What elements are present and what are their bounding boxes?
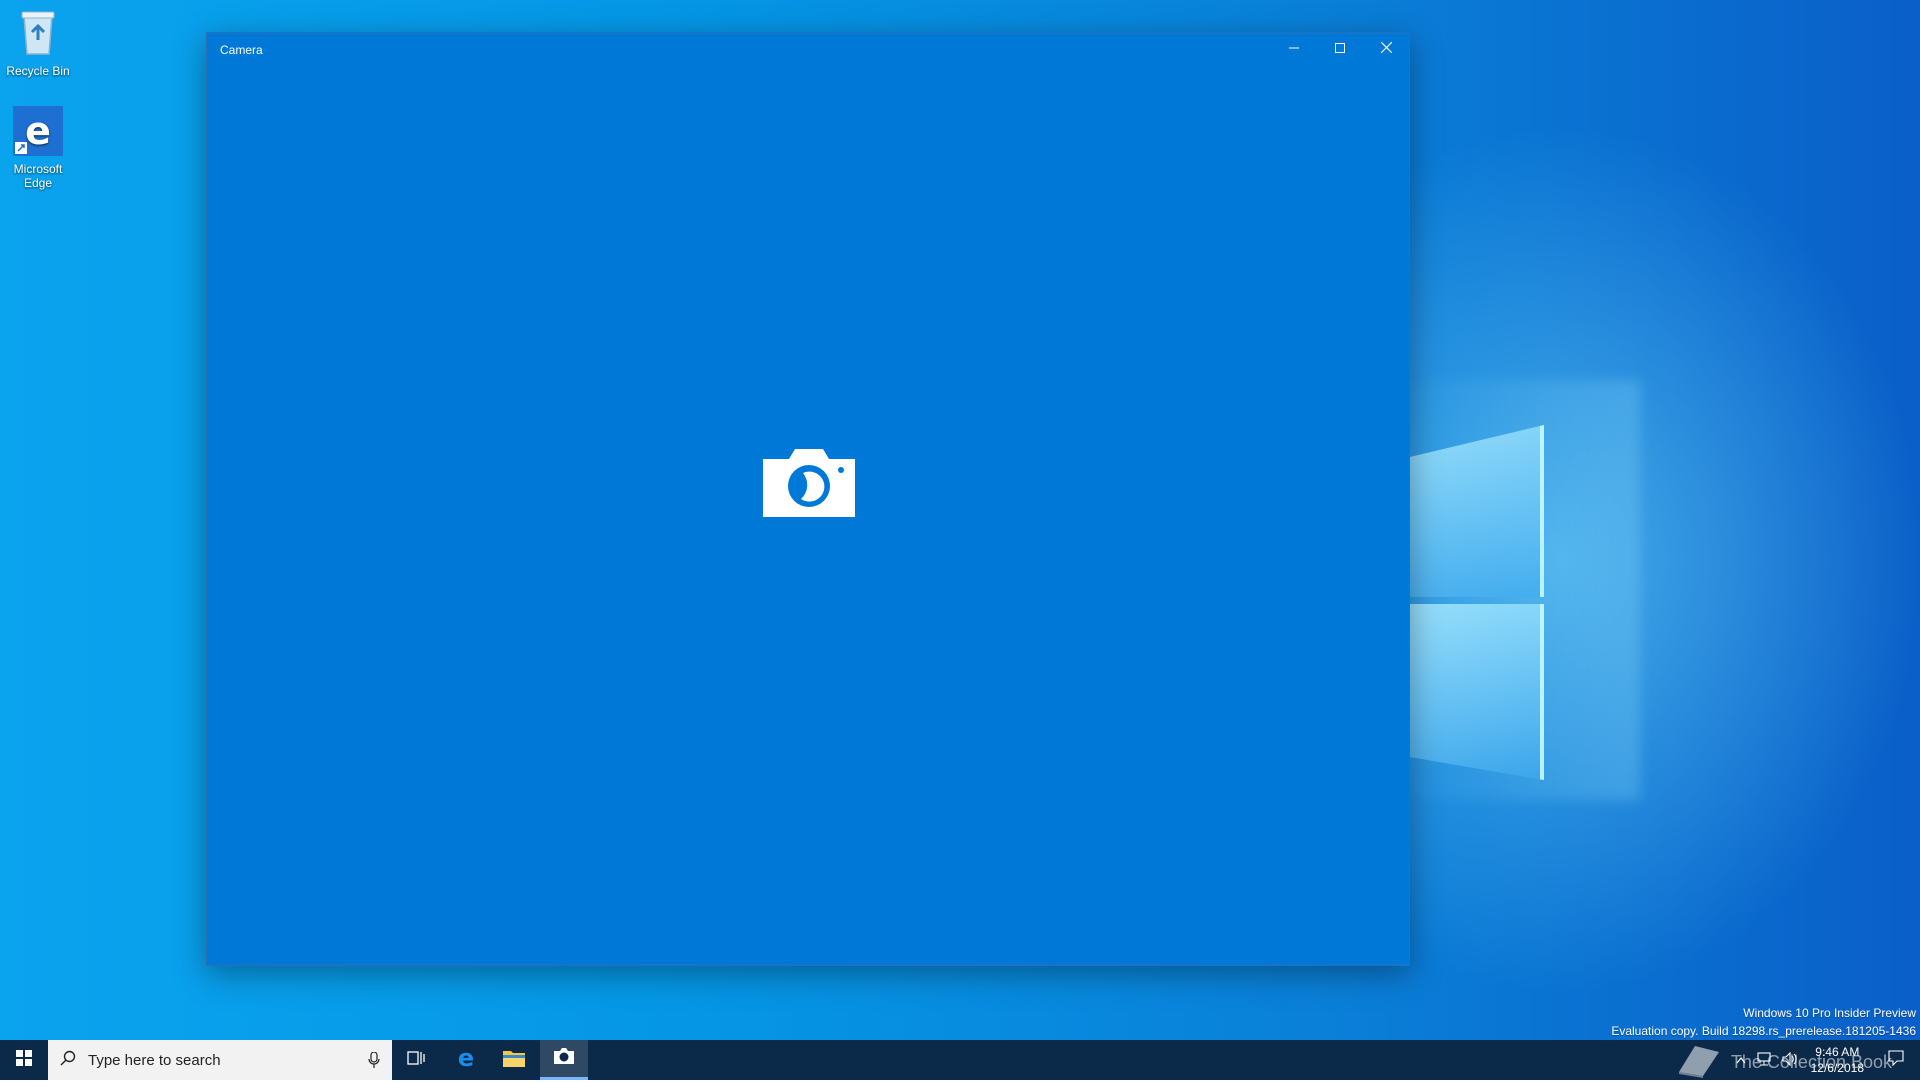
notification-icon (1888, 1049, 1904, 1071)
folder-icon (502, 1048, 526, 1073)
action-center-button[interactable] (1872, 1040, 1920, 1080)
desktop-icon-recycle-bin[interactable]: Recycle Bin (4, 6, 72, 78)
volume-icon[interactable] (1782, 1051, 1798, 1069)
clock-time: 9:46 AM (1815, 1045, 1860, 1059)
search-icon (60, 1050, 76, 1071)
taskbar: Type here to search e The Collection Boo… (0, 1040, 1920, 1080)
camera-icon (553, 1047, 575, 1070)
network-icon[interactable] (1756, 1051, 1772, 1069)
microphone-icon[interactable] (368, 1051, 380, 1073)
watermark-line-2: Evaluation copy. Build 18298.rs_prerelea… (1611, 1024, 1916, 1038)
system-tray (1736, 1040, 1798, 1080)
windows-logo-icon (16, 1049, 32, 1071)
task-view-button[interactable] (392, 1040, 440, 1080)
desktop-icon-label: Microsoft Edge (13, 162, 63, 190)
minimize-button[interactable] (1271, 33, 1317, 65)
close-button[interactable] (1363, 33, 1409, 65)
close-icon (1380, 41, 1392, 56)
task-view-icon (407, 1050, 425, 1071)
maximize-icon (1335, 42, 1345, 56)
desktop-icon-microsoft-edge[interactable]: e Microsoft Edge (4, 106, 72, 190)
start-button[interactable] (0, 1040, 48, 1080)
book-icon (1675, 1042, 1723, 1083)
chevron-up-icon[interactable] (1736, 1053, 1746, 1067)
desktop-icon-label: Recycle Bin (6, 64, 70, 78)
taskbar-camera-button[interactable] (540, 1040, 588, 1080)
taskbar-file-explorer-button[interactable] (490, 1040, 538, 1080)
edge-icon: e (454, 1044, 478, 1075)
window-title: Camera (220, 43, 263, 57)
wallpaper-logo-pane-bottom (1400, 604, 1544, 780)
svg-text:e: e (25, 109, 51, 153)
maximize-button[interactable] (1317, 33, 1363, 65)
svg-text:e: e (458, 1046, 474, 1070)
recycle-bin-icon (4, 6, 72, 61)
window-titlebar[interactable]: Camera (207, 33, 1409, 65)
minimize-icon (1289, 42, 1299, 56)
desktop: Recycle Bin e Microsoft Edge Camera Wind… (0, 0, 1920, 1080)
camera-window: Camera (206, 32, 1410, 966)
search-placeholder: Type here to search (88, 1051, 221, 1069)
taskbar-edge-button[interactable]: e (442, 1040, 490, 1080)
taskbar-clock[interactable]: 9:46 AM 12/6/2018 (1811, 1044, 1864, 1076)
clock-date: 12/6/2018 (1810, 1061, 1864, 1075)
taskbar-search-box[interactable]: Type here to search (48, 1040, 392, 1080)
edge-icon: e (4, 106, 72, 159)
watermark-line-1: Windows 10 Pro Insider Preview (1743, 1006, 1916, 1020)
camera-icon (759, 441, 859, 521)
